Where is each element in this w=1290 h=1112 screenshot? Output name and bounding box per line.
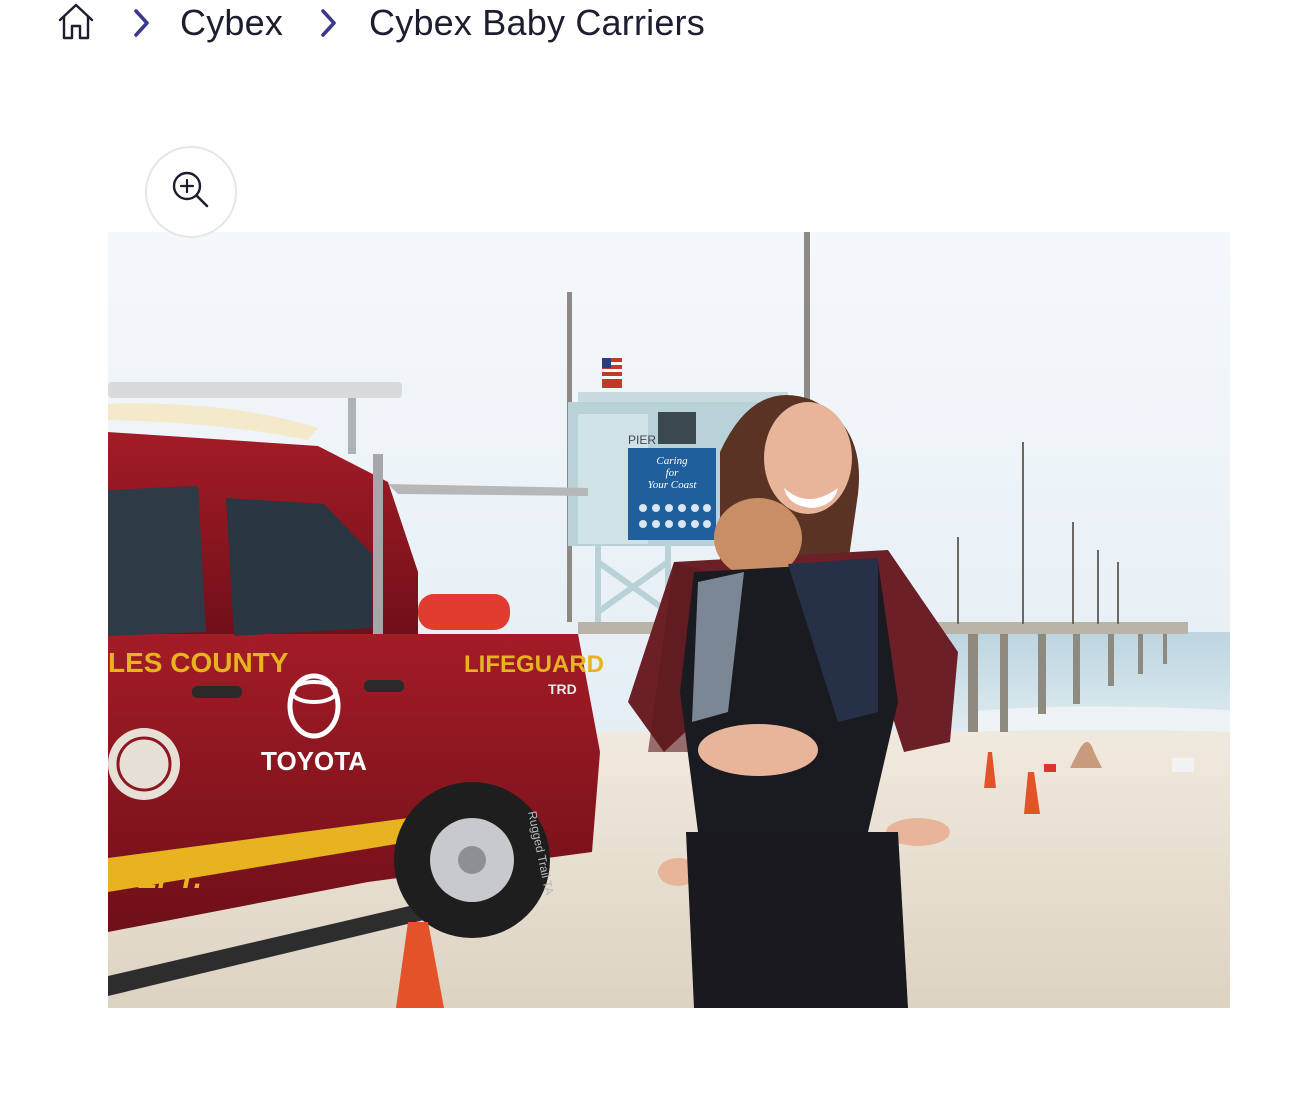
breadcrumb-link-cybex[interactable]: Cybex	[180, 0, 283, 46]
tower-pier-text: PIER	[628, 433, 656, 447]
product-photo: PIER Caring for Your Coast LES COUNTY LI…	[108, 232, 1230, 1008]
product-image[interactable]: PIER Caring for Your Coast LES COUNTY LI…	[108, 232, 1230, 1008]
breadcrumb-home[interactable]	[56, 3, 96, 43]
zoom-in-icon	[171, 170, 211, 215]
truck-county-text: LES COUNTY	[108, 647, 289, 678]
zoom-button[interactable]	[145, 146, 237, 238]
tower-sign-line1: Caring	[656, 455, 688, 467]
chevron-right-icon	[126, 3, 156, 43]
tower-sign-line2: for	[666, 467, 680, 479]
truck-brand-text: TOYOTA	[261, 746, 367, 776]
breadcrumb-current-cybex-baby-carriers[interactable]: Cybex Baby Carriers	[369, 0, 705, 46]
chevron-right-icon	[313, 3, 343, 43]
tower-sign-line3: Your Coast	[648, 479, 698, 491]
truck-lifeguard-text: LIFEGUARD	[464, 651, 604, 678]
breadcrumb: Cybex Cybex Baby Carriers	[56, 0, 705, 46]
truck-dept-text: DEPT.	[116, 862, 202, 895]
home-icon	[57, 1, 95, 46]
truck-trd-text: TRD	[548, 681, 577, 697]
